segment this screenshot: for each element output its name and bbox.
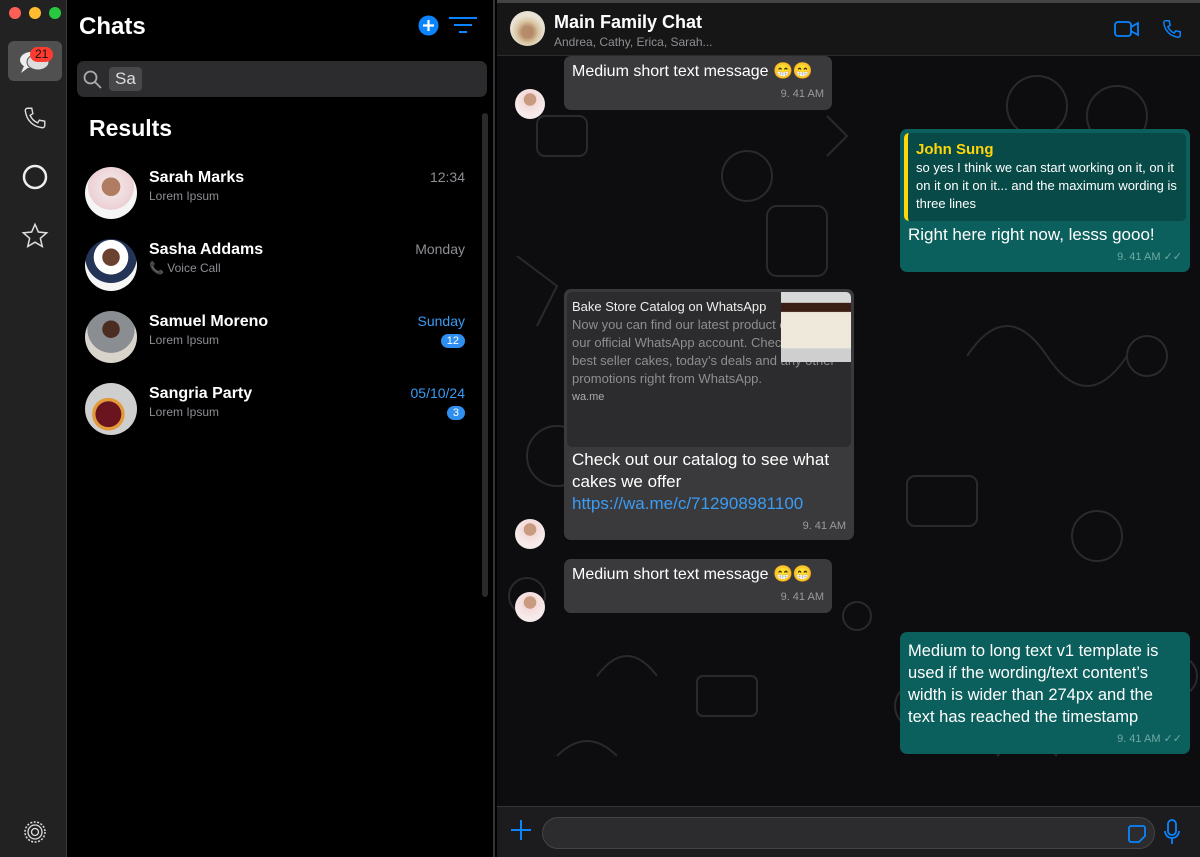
cake-thumbnail (781, 292, 851, 362)
message-preview: 📞 Voice Call (149, 261, 221, 275)
link-title: Bake Store Catalog on WhatsApp (572, 299, 767, 314)
star-icon (21, 222, 49, 249)
voice-call-button[interactable] (1161, 18, 1183, 45)
incoming-message[interactable]: Bake Store Catalog on WhatsApp Now you c… (564, 289, 854, 540)
timestamp: Sunday (417, 313, 465, 329)
message-text: Right here right now, lesss gooo! (908, 225, 1155, 244)
outgoing-message[interactable]: Medium to long text v1 template is used … (900, 632, 1190, 754)
contact-name: Sangria Party (149, 385, 253, 402)
message-time: 9. 41 AM (780, 591, 824, 603)
results-heading: Results (89, 115, 173, 141)
contact-name: Sasha Addams (149, 241, 264, 258)
video-call-button[interactable] (1114, 20, 1140, 43)
scrollbar[interactable] (482, 113, 488, 597)
unread-count-badge: 3 (446, 406, 465, 420)
left-rail: 21 (0, 0, 67, 857)
message-time: 9. 41 AM ✓✓ (1117, 733, 1182, 745)
message-link[interactable]: https://wa.me/c/712908981100 (567, 493, 851, 515)
link-preview[interactable]: Bake Store Catalog on WhatsApp Now you c… (567, 292, 851, 447)
message-text: Medium to long text v1 template is used … (908, 642, 1159, 726)
voice-call-icon: 📞 (149, 261, 168, 275)
chat-list-item[interactable]: Sasha Addams 📞 Voice Call Monday (85, 239, 465, 297)
preview-text: Voice Call (167, 261, 221, 275)
panel-title: Chats (79, 13, 146, 40)
avatar (85, 383, 137, 435)
conversation-pane: Main Family Chat Andrea, Cathy, Erica, S… (497, 0, 1200, 857)
unread-count-badge: 12 (440, 334, 465, 348)
new-chat-button[interactable] (418, 15, 439, 41)
sticker-icon[interactable] (1128, 824, 1146, 844)
video-camera-icon (1114, 21, 1139, 37)
filter-icon (449, 17, 477, 33)
unread-badge: 21 (30, 47, 54, 62)
minimize-window-button[interactable] (29, 7, 41, 19)
chat-members: Andrea, Cathy, Erica, Sarah... (554, 35, 713, 49)
settings-button[interactable] (8, 812, 62, 852)
filter-button[interactable] (449, 16, 477, 39)
contact-name: Sarah Marks (149, 169, 245, 186)
rail-starred-button[interactable] (8, 216, 62, 256)
composer (497, 806, 1200, 857)
plus-circle-icon (418, 15, 439, 36)
group-avatar (510, 11, 545, 46)
chat-header[interactable]: Main Family Chat Andrea, Cathy, Erica, S… (497, 0, 1200, 56)
chat-list-item[interactable]: Sarah Marks Lorem Ipsum 12:34 (85, 167, 465, 225)
message-text: Medium short text message 😁😁 (572, 63, 813, 80)
chat-list-panel: Chats Sa Results Sarah Marks Lorem Ipsum… (68, 0, 495, 857)
attach-button[interactable] (510, 819, 532, 846)
link-domain: wa.me (572, 391, 605, 403)
close-window-button[interactable] (9, 7, 21, 19)
message-text: Medium short text message 😁😁 (572, 566, 813, 583)
read-receipt-icon: ✓✓ (1163, 733, 1182, 745)
plus-icon (511, 820, 531, 840)
avatar (85, 167, 137, 219)
chat-title: Main Family Chat (554, 12, 703, 32)
message-preview: Lorem Ipsum (149, 189, 220, 203)
maximize-window-button[interactable] (49, 7, 61, 19)
status-icon (22, 164, 48, 190)
rail-calls-button[interactable] (8, 98, 62, 138)
avatar (85, 311, 137, 363)
outgoing-message[interactable]: John Sung so yes I think we can start wo… (900, 129, 1190, 272)
message-time: 9. 41 AM (802, 520, 846, 532)
avatar (85, 239, 137, 291)
gear-icon (24, 821, 46, 843)
message-time: 9. 41 AM (780, 88, 824, 100)
incoming-message[interactable]: Medium short text message 😁😁 9. 41 AM (564, 559, 832, 613)
phone-icon (1163, 20, 1181, 38)
search-query[interactable]: Sa (109, 67, 142, 91)
chat-list-item[interactable]: Sangria Party Lorem Ipsum 05/10/24 3 (85, 383, 465, 441)
quote-text: so yes I think we can start working on i… (916, 160, 1177, 211)
timestamp: 12:34 (429, 169, 465, 185)
incoming-message[interactable]: Medium short text message 😁😁 9. 41 AM (564, 56, 832, 110)
chat-list-item[interactable]: Samuel Moreno Lorem Ipsum Sunday 12 (85, 311, 465, 369)
message-text: Check out our catalog to see what cakes … (572, 450, 830, 491)
sender-avatar (515, 89, 545, 119)
sender-avatar (515, 592, 545, 622)
rail-chats-button[interactable]: 21 (8, 41, 62, 81)
quote-author: John Sung (916, 141, 994, 158)
microphone-icon (1164, 819, 1180, 844)
timestamp: Monday (415, 241, 465, 257)
message-preview: Lorem Ipsum (149, 405, 220, 419)
message-time: 9. 41 AM ✓✓ (1117, 251, 1182, 263)
phone-icon (24, 107, 46, 129)
voice-message-button[interactable] (1164, 819, 1180, 850)
rail-status-button[interactable] (8, 157, 62, 197)
message-preview: Lorem Ipsum (149, 333, 220, 347)
read-receipt-icon: ✓✓ (1163, 251, 1182, 263)
search-icon (83, 70, 102, 89)
timestamp: 05/10/24 (410, 385, 466, 401)
sender-avatar (515, 519, 545, 549)
message-input[interactable] (542, 817, 1155, 849)
quoted-message[interactable]: John Sung so yes I think we can start wo… (904, 133, 1186, 221)
contact-name: Samuel Moreno (149, 313, 269, 330)
search-input[interactable]: Sa (77, 61, 487, 97)
